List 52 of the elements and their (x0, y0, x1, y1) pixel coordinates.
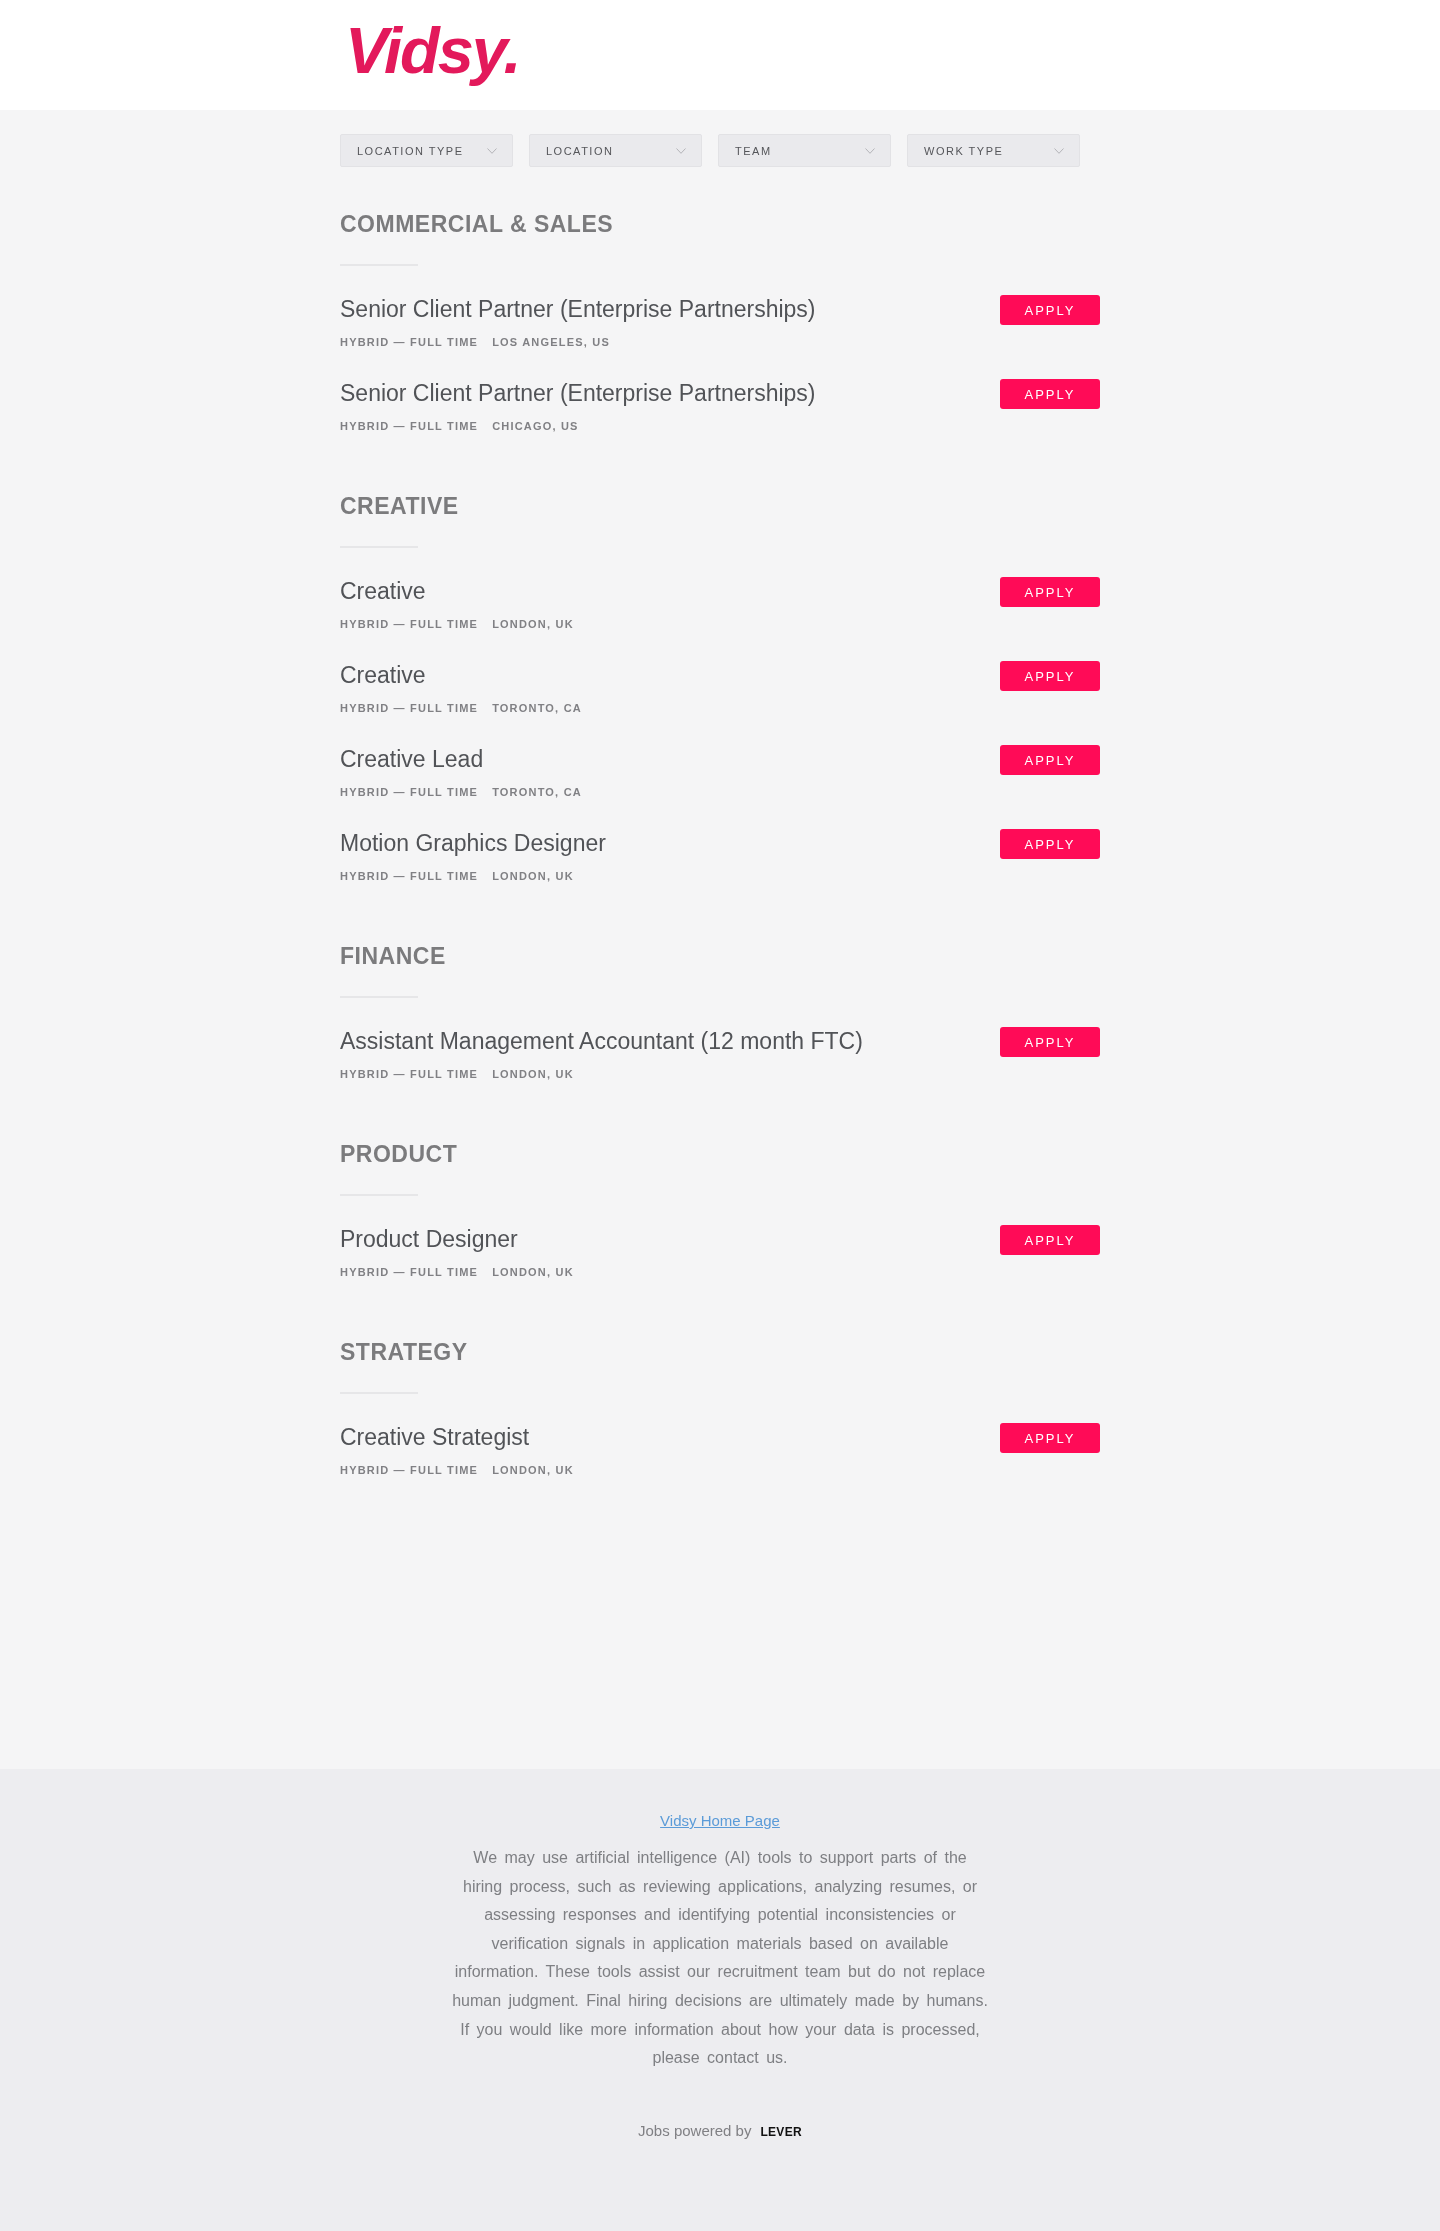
section-heading: STRATEGY (340, 1338, 468, 1367)
apply-button[interactable]: APPLY (1000, 829, 1100, 859)
section-heading: FINANCE (340, 942, 446, 971)
apply-button[interactable]: APPLY (1000, 661, 1100, 691)
job-title[interactable]: Senior Client Partner (Enterprise Partnerships) (340, 294, 816, 324)
filter-dropdown[interactable]: TEAM (718, 134, 891, 167)
job-title[interactable]: Motion Graphics Designer (340, 828, 606, 858)
chevron-down-icon (865, 147, 875, 154)
work-type-label: HYBRID — FULL TIME (340, 335, 479, 350)
section-heading: PRODUCT (340, 1140, 458, 1169)
work-type-label: HYBRID — FULL TIME (340, 869, 479, 884)
work-type-label: HYBRID — FULL TIME (340, 419, 479, 434)
location-label: CHICAGO, US (492, 419, 579, 434)
location-label: LONDON, UK (492, 1463, 574, 1478)
apply-button[interactable]: APPLY (1000, 295, 1100, 325)
work-type-label: HYBRID — FULL TIME (340, 785, 479, 800)
job-title[interactable]: Assistant Management Accountant (12 month FTC) (340, 1026, 863, 1056)
job-title[interactable]: Creative Strategist (340, 1422, 530, 1452)
apply-button[interactable]: APPLY (1000, 379, 1100, 409)
job-title[interactable]: Creative (340, 660, 426, 690)
apply-button[interactable]: APPLY (1000, 1225, 1100, 1255)
lever-logo[interactable]: LEVER (760, 2120, 802, 2143)
job-title[interactable]: Creative (340, 576, 426, 606)
apply-button[interactable]: APPLY (1000, 745, 1100, 775)
location-label: LONDON, UK (492, 1265, 574, 1280)
apply-button[interactable]: APPLY (1000, 1027, 1100, 1057)
powered-by-text: Jobs powered by (638, 2120, 752, 2141)
section-heading: CREATIVE (340, 492, 459, 521)
section-heading: COMMERCIAL & SALES (340, 210, 614, 239)
filter-dropdown[interactable]: LOCATION TYPE (340, 134, 513, 167)
filter-dropdown[interactable]: LOCATION (529, 134, 702, 167)
chevron-down-icon (676, 147, 686, 154)
location-label: LOS ANGELES, US (492, 335, 610, 350)
apply-button[interactable]: APPLY (1000, 1423, 1100, 1453)
location-label: TORONTO, CA (492, 701, 582, 716)
chevron-down-icon (487, 147, 497, 154)
job-title[interactable]: Senior Client Partner (Enterprise Partnerships) (340, 378, 816, 408)
chevron-down-icon (1054, 147, 1064, 154)
disclaimer-text: We may use artificial intelligence (AI) tools to support parts of the hiring process, such as reviewing applications, analyzing resumes, or assessing responses and identifying potential inconsistencies or verification signals in application materials based on available information. These tools assist our recruitment team but do not replace human judgment. Final hiring decisions are ultimately made by humans. If you would like more information about how your data is processed, please contact us. (451, 1848, 989, 2069)
location-label: LONDON, UK (492, 1067, 574, 1082)
location-label: TORONTO, CA (492, 785, 582, 800)
location-label: LONDON, UK (492, 617, 574, 632)
work-type-label: HYBRID — FULL TIME (340, 1265, 479, 1280)
location-label: LONDON, UK (492, 869, 574, 884)
work-type-label: HYBRID — FULL TIME (340, 617, 479, 632)
work-type-label: HYBRID — FULL TIME (340, 1463, 479, 1478)
work-type-label: HYBRID — FULL TIME (340, 701, 479, 716)
job-title[interactable]: Creative Lead (340, 744, 484, 774)
work-type-label: HYBRID — FULL TIME (340, 1067, 479, 1082)
job-title[interactable]: Product Designer (340, 1224, 518, 1254)
filter-dropdown[interactable]: WORK TYPE (907, 134, 1080, 167)
apply-button[interactable]: APPLY (1000, 577, 1100, 607)
